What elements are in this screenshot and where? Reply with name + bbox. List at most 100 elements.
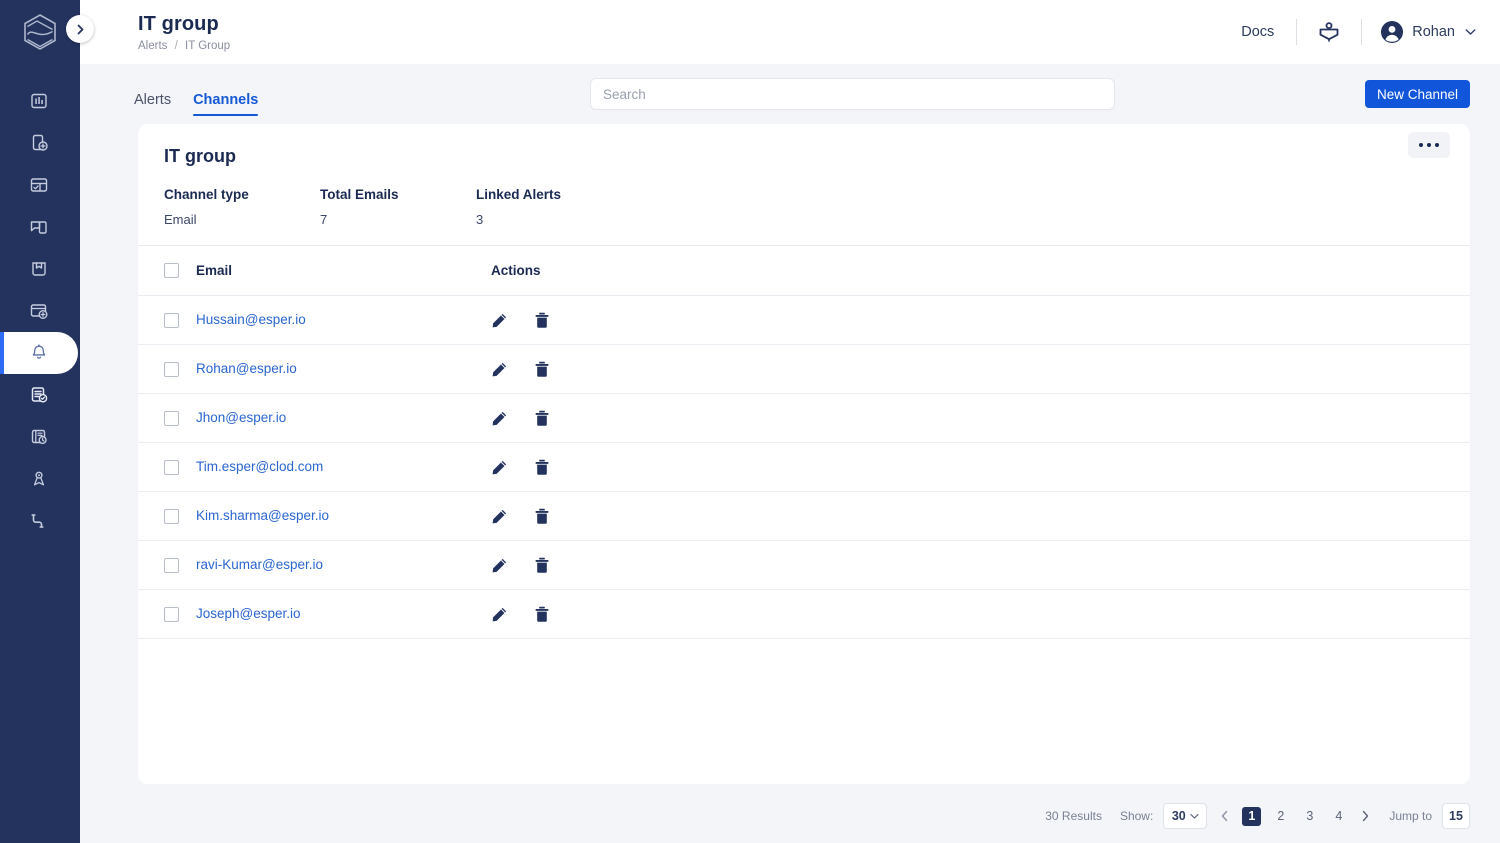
row-checkbox[interactable]	[164, 312, 179, 328]
table-row: Kim.sharma@esper.io	[138, 492, 1470, 541]
pagination-bar: 30 Results Show: 30 1 2 3 4 Jump to 15	[80, 784, 1500, 834]
meta-total-emails: Total Emails 7	[320, 187, 476, 227]
delete-trash-icon	[535, 410, 549, 426]
breadcrumb-current: IT Group	[185, 39, 231, 52]
more-options-icon-dot	[1419, 143, 1423, 147]
new-channel-button[interactable]: New Channel	[1364, 80, 1470, 108]
content-icon	[30, 221, 47, 234]
edit-button[interactable]	[491, 459, 508, 476]
card-header: IT group Channel type Email Total Emails…	[138, 124, 1470, 227]
chevron-left-icon	[1222, 810, 1228, 822]
delete-button[interactable]	[534, 508, 550, 525]
sidebar-collapse-toggle[interactable]	[66, 15, 94, 43]
meta-value: 3	[476, 212, 484, 227]
academy-button[interactable]	[1307, 20, 1351, 44]
row-checkbox[interactable]	[164, 508, 179, 524]
sidebar-item-content[interactable]	[0, 206, 78, 248]
user-menu[interactable]: Rohan	[1372, 20, 1476, 44]
avatar-icon	[1381, 21, 1404, 43]
email-link[interactable]: Kim.sharma@esper.io	[196, 508, 329, 523]
breadcrumb-parent[interactable]: Alerts	[138, 40, 167, 52]
delete-trash-icon	[535, 606, 549, 622]
sidebar-item-dashboard[interactable]	[0, 80, 78, 122]
edit-pencil-icon	[492, 362, 507, 376]
pipeline-icon	[33, 471, 45, 486]
edit-pencil-icon	[492, 558, 507, 572]
chevron-down-icon	[1465, 29, 1476, 35]
delete-button[interactable]	[534, 459, 550, 476]
edit-button[interactable]	[491, 508, 508, 525]
sidebar-item-blueprints[interactable]	[0, 248, 78, 290]
edit-button[interactable]	[491, 361, 508, 378]
sidebar-item-devices[interactable]	[0, 122, 78, 164]
delete-button[interactable]	[534, 312, 550, 329]
edit-pencil-icon	[492, 509, 507, 523]
meta-channel-type: Channel type Email	[164, 187, 320, 227]
results-count: 30 Results	[1045, 809, 1102, 823]
row-checkbox[interactable]	[164, 410, 179, 426]
app-root: IT group Alerts / IT Group Docs Rohan Al…	[0, 0, 1500, 843]
more-options-icon-dot	[1427, 143, 1431, 147]
page-button-2[interactable]: 2	[1271, 807, 1290, 826]
search-input[interactable]	[590, 78, 1115, 110]
delete-trash-icon	[535, 508, 549, 524]
docs-link[interactable]: Docs	[1229, 24, 1286, 40]
header-divider-2	[1361, 19, 1363, 45]
row-checkbox[interactable]	[164, 361, 179, 377]
blueprint-icon	[32, 262, 46, 276]
edit-button[interactable]	[491, 557, 508, 574]
email-link[interactable]: Jhon@esper.io	[196, 410, 286, 425]
tab-channels[interactable]: Channels	[193, 92, 259, 116]
email-link[interactable]: Tim.esper@clod.com	[196, 459, 323, 474]
page-heading-block: IT group Alerts / IT Group	[138, 12, 230, 53]
app-management-icon	[30, 178, 48, 192]
select-all-checkbox[interactable]	[164, 263, 179, 278]
meta-label: Channel type	[164, 187, 249, 202]
compliance-icon	[31, 429, 47, 445]
jump-to-label: Jump to	[1389, 809, 1432, 823]
delete-trash-icon	[535, 459, 549, 475]
delete-trash-icon	[535, 557, 549, 573]
chevron-right-icon	[1363, 810, 1369, 822]
row-checkbox[interactable]	[164, 606, 179, 622]
email-link[interactable]: ravi-Kumar@esper.io	[196, 557, 323, 572]
jump-to-input[interactable]: 15	[1442, 803, 1470, 829]
row-checkbox[interactable]	[164, 557, 179, 573]
edit-button[interactable]	[491, 312, 508, 329]
edit-pencil-icon	[492, 607, 507, 621]
page-size-select[interactable]: 30	[1163, 803, 1208, 829]
page-button-3[interactable]: 3	[1300, 807, 1319, 826]
meta-label: Linked Alerts	[476, 187, 562, 202]
channel-detail-card: IT group Channel type Email Total Emails…	[138, 124, 1470, 784]
main-area: IT group Alerts / IT Group Docs Rohan Al…	[80, 0, 1500, 843]
row-checkbox[interactable]	[164, 459, 179, 475]
page-button-1[interactable]: 1	[1242, 806, 1262, 826]
prev-page-button[interactable]	[1217, 810, 1232, 822]
delete-button[interactable]	[534, 361, 550, 378]
sidebar-item-apps[interactable]	[0, 164, 78, 206]
email-link[interactable]: Hussain@esper.io	[196, 312, 306, 327]
page-title: IT group	[138, 12, 219, 35]
sidebar-item-pipelines[interactable]	[0, 458, 78, 500]
edit-button[interactable]	[491, 606, 508, 623]
tab-alerts[interactable]: Alerts	[134, 92, 171, 116]
email-link[interactable]: Joseph@esper.io	[196, 606, 301, 621]
content-toolbar: Alerts Channels New Channel	[80, 64, 1500, 124]
table-row: Tim.esper@clod.com	[138, 443, 1470, 492]
sidebar-item-compliance[interactable]	[0, 416, 78, 458]
delete-button[interactable]	[534, 606, 550, 623]
next-page-button[interactable]	[1358, 810, 1373, 822]
edit-button[interactable]	[491, 410, 508, 427]
more-options-button[interactable]	[1408, 132, 1450, 158]
sidebar-item-reports[interactable]	[0, 374, 78, 416]
sidebar-item-alerts[interactable]	[0, 332, 78, 374]
email-link[interactable]: Rohan@esper.io	[196, 361, 297, 376]
header-divider-1	[1296, 19, 1298, 45]
device-add-icon	[32, 134, 48, 151]
delete-button[interactable]	[534, 557, 550, 574]
delete-button[interactable]	[534, 410, 550, 427]
page-button-4[interactable]: 4	[1329, 807, 1348, 826]
integration-icon	[31, 514, 44, 528]
sidebar-item-integrations[interactable]	[0, 500, 78, 542]
sidebar-item-groups[interactable]	[0, 290, 78, 332]
